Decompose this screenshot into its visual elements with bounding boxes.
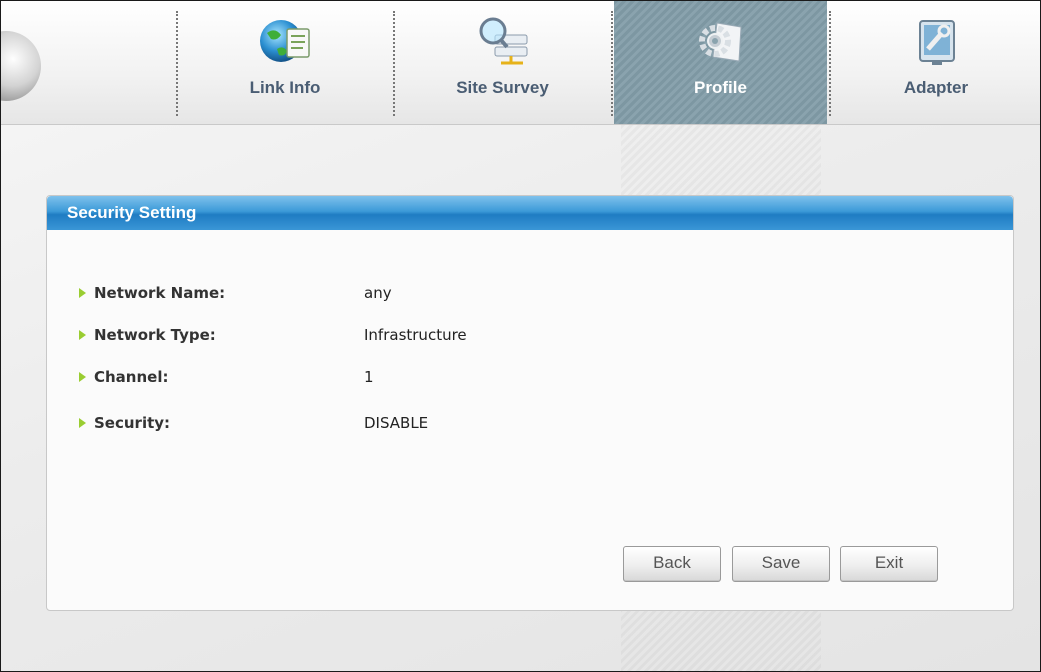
bullet-arrow-icon bbox=[79, 418, 86, 428]
tab-link-info[interactable]: Link Info bbox=[179, 1, 391, 124]
field-security: Security: DISABLE bbox=[79, 412, 428, 434]
field-label: Network Type: bbox=[94, 326, 216, 344]
tab-site-survey[interactable]: Site Survey bbox=[396, 1, 609, 124]
app-window: Link Info Site Survey Profile Adapter Se… bbox=[0, 0, 1041, 672]
save-button[interactable]: Save bbox=[732, 546, 830, 582]
security-setting-panel: Security Setting Network Name: any Netwo… bbox=[46, 195, 1014, 611]
field-label: Network Name: bbox=[94, 284, 226, 302]
field-value: any bbox=[364, 284, 392, 302]
nav-separator bbox=[176, 11, 178, 116]
nav-separator bbox=[611, 11, 613, 116]
tab-label: Site Survey bbox=[456, 78, 549, 97]
tab-adapter[interactable]: Adapter bbox=[832, 1, 1040, 124]
bullet-arrow-icon bbox=[79, 372, 86, 382]
tab-label: Link Info bbox=[249, 78, 321, 97]
field-network-type: Network Type: Infrastructure bbox=[79, 324, 467, 346]
tab-profile[interactable]: Profile bbox=[614, 1, 827, 124]
top-navigation: Link Info Site Survey Profile Adapter bbox=[1, 1, 1040, 125]
field-value: 1 bbox=[364, 368, 374, 386]
decorative-swirl bbox=[1, 31, 41, 101]
bullet-arrow-icon bbox=[79, 330, 86, 340]
gear-document-icon bbox=[693, 13, 749, 69]
nav-separator bbox=[829, 11, 831, 116]
panel-title: Security Setting bbox=[47, 196, 1013, 230]
field-network-name: Network Name: any bbox=[79, 282, 392, 304]
exit-button[interactable]: Exit bbox=[840, 546, 938, 582]
magnifier-network-icon bbox=[475, 13, 531, 69]
tab-label: Adapter bbox=[903, 78, 969, 97]
field-channel: Channel: 1 bbox=[79, 366, 374, 388]
adapter-screen-icon bbox=[908, 13, 964, 69]
field-value: Infrastructure bbox=[364, 326, 467, 344]
bullet-arrow-icon bbox=[79, 288, 86, 298]
field-value: DISABLE bbox=[364, 414, 429, 432]
globe-document-icon bbox=[257, 13, 313, 69]
field-label: Security: bbox=[94, 414, 171, 432]
back-button[interactable]: Back bbox=[623, 546, 721, 582]
nav-separator bbox=[393, 11, 395, 116]
tab-label: Profile bbox=[694, 78, 747, 97]
field-label: Channel: bbox=[94, 368, 169, 386]
